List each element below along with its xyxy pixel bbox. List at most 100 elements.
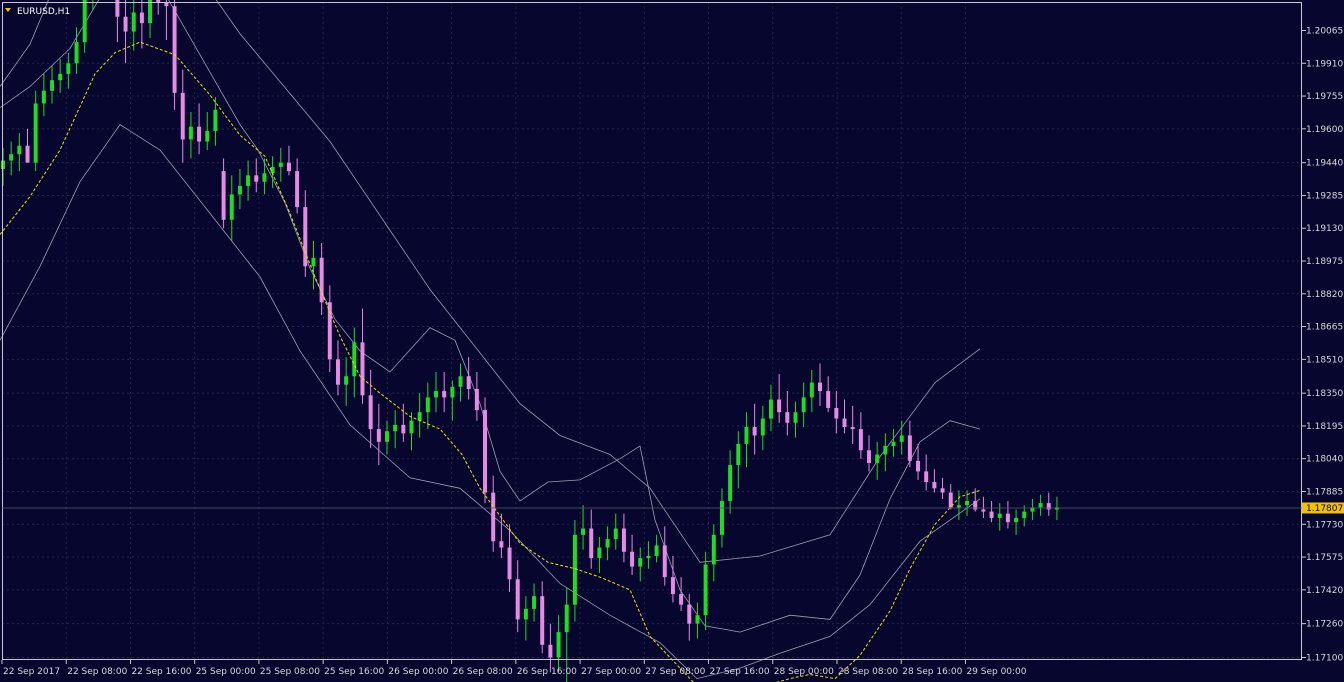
candle-body (638, 558, 643, 567)
x-tick-label: 27 Sep 00:00 (581, 667, 641, 677)
candle-body (499, 541, 504, 548)
candle-body (932, 481, 937, 489)
candle-body (491, 492, 496, 542)
y-tick-label: 1.18665 (1306, 323, 1343, 333)
candle-body (899, 435, 904, 442)
candle-body (123, 16, 128, 32)
candle-body (450, 386, 455, 398)
y-tick-label: 1.18820 (1306, 290, 1343, 300)
chart-area[interactable]: 1.20065 1.19910 1.19755 1.19600 1.19440 1.192… (0, 0, 1344, 682)
candle-body (82, 0, 87, 43)
candle-body (891, 441, 896, 447)
candle-body (458, 376, 463, 387)
x-tick-label: 25 Sep 08:00 (260, 667, 320, 677)
y-tick-label: 1.17730 (1306, 520, 1343, 530)
candle-body (826, 391, 831, 408)
y-tick-label: 1.17885 (1306, 487, 1343, 497)
candle-body (278, 162, 283, 167)
candle-body (728, 465, 733, 502)
candle-body (401, 424, 406, 434)
candle-body (262, 173, 267, 182)
candle-body (981, 509, 986, 512)
x-tick-label: 22 Sep 08:00 (67, 667, 127, 677)
candle-body (736, 443, 741, 466)
y-tick-label: 1.18975 (1306, 257, 1343, 267)
candle-body (33, 103, 38, 163)
candle-body (434, 391, 439, 398)
y-tick-label: 1.19130 (1306, 224, 1343, 234)
candle-body (997, 513, 1002, 518)
candle-body (768, 399, 773, 419)
candle-body (801, 397, 806, 413)
candle-body (916, 460, 921, 472)
y-tick-label: 1.18195 (1306, 422, 1343, 432)
candle-body (646, 555, 651, 559)
candle-body (17, 145, 22, 155)
x-tick-label: 27 Sep 08:00 (645, 667, 705, 677)
candle-body (965, 501, 970, 506)
chart-title-text: EURUSD,H1 (17, 7, 70, 17)
candle-body (956, 505, 961, 508)
candle-body (1005, 513, 1010, 523)
candle-body (850, 427, 855, 430)
y-tick-label: 1.17575 (1306, 553, 1343, 563)
candle-body (41, 90, 46, 104)
candle-body (229, 194, 234, 220)
candle-body (368, 395, 373, 430)
candle-body (474, 388, 479, 411)
candle-body (352, 342, 357, 377)
candle-body (188, 126, 193, 140)
y-tick-label: 1.17420 (1306, 586, 1343, 596)
candle-body (1038, 503, 1043, 508)
candle-body (327, 302, 332, 360)
candle-body (360, 342, 365, 396)
candle-body (793, 412, 798, 423)
y-tick-label: 1.18510 (1306, 355, 1343, 365)
candle-body (532, 596, 537, 609)
candle-body (597, 547, 602, 559)
candle-body (286, 162, 291, 172)
y-tick-label: 1.20065 (1306, 27, 1343, 37)
y-tick-label: 1.17100 (1306, 654, 1343, 664)
candle-body (548, 644, 553, 658)
candle-body (818, 382, 822, 392)
candle-body (589, 528, 594, 559)
candle-body (703, 564, 708, 616)
candle-body (213, 109, 218, 131)
candle-body (9, 154, 14, 161)
x-tick-label: 22 Sep 16:00 (131, 667, 191, 677)
candle-body (466, 376, 471, 389)
candle-body (662, 545, 667, 578)
candle-body (1046, 503, 1051, 510)
candle-body (50, 80, 55, 91)
candle-body (417, 412, 422, 421)
candle-body (605, 539, 610, 548)
x-tick-label: 29 Sep 00:00 (966, 667, 1026, 677)
candle-body (785, 412, 790, 423)
candle-body (425, 397, 430, 413)
candle-body (540, 596, 545, 645)
candle-body (875, 454, 880, 463)
x-tick-label: 25 Sep 16:00 (324, 667, 384, 677)
y-tick-label: 1.19910 (1306, 59, 1343, 69)
x-tick-label: 22 Sep 2017 (3, 667, 60, 677)
y-tick-label: 1.17260 (1306, 620, 1343, 630)
candle-body (507, 547, 512, 580)
x-tick-label: 28 Sep 00:00 (774, 667, 834, 677)
candle-body (654, 545, 659, 556)
x-tick-label: 28 Sep 16:00 (902, 667, 962, 677)
candle-body (205, 130, 210, 142)
y-tick-label: 1.19440 (1306, 159, 1343, 169)
candle-body (335, 359, 340, 385)
candle-body (809, 382, 814, 398)
y-tick-label: 1.19755 (1306, 92, 1343, 102)
current-price-label: 1.17807 (1306, 504, 1343, 514)
candle-body (66, 63, 71, 74)
candle-body (344, 376, 349, 385)
candle-body (564, 604, 569, 633)
candle-body (237, 185, 242, 195)
y-tick-label: 1.19285 (1306, 191, 1343, 201)
candle-body (867, 450, 872, 463)
candle-body (924, 471, 929, 482)
y-tick-label: 1.18350 (1306, 389, 1343, 399)
